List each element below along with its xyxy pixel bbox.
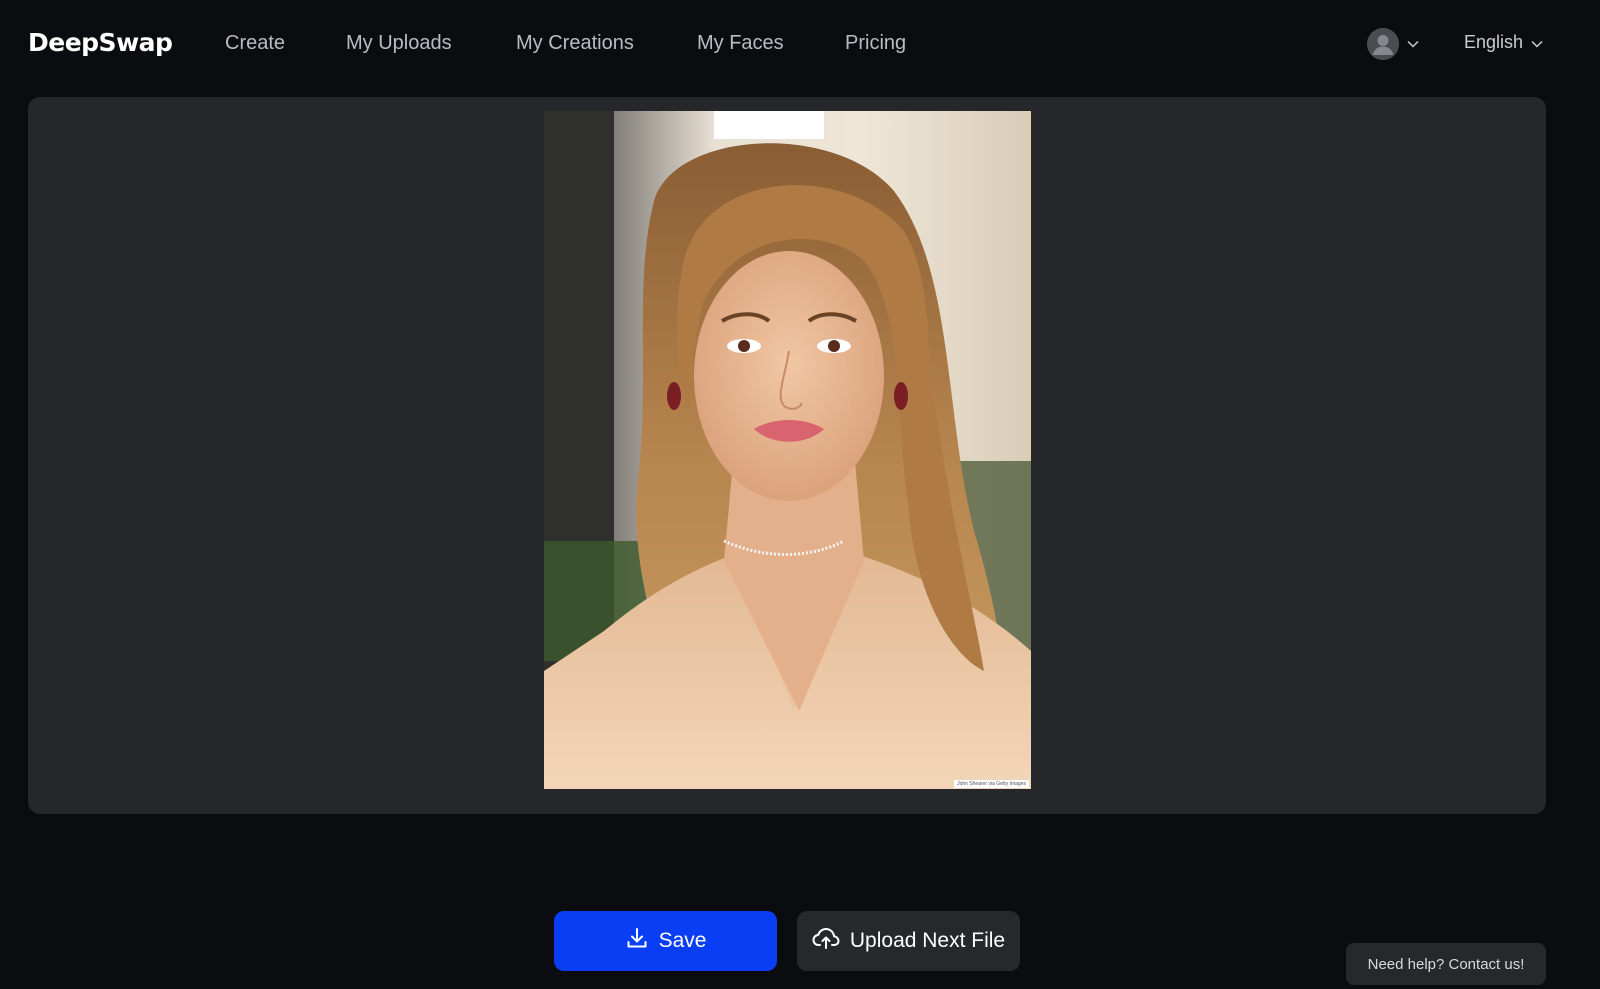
top-navigation-bar: DeepSwap Create My Uploads My Creations …: [0, 0, 1600, 90]
download-icon: [625, 926, 649, 956]
brand-logo[interactable]: DeepSwap: [28, 28, 173, 57]
nav-item-my-creations[interactable]: My Creations: [516, 32, 697, 55]
nav-item-my-faces[interactable]: My Faces: [697, 32, 845, 55]
nav-item-pricing[interactable]: Pricing: [845, 32, 935, 55]
user-avatar-icon: [1367, 28, 1399, 60]
contact-support-button[interactable]: Need help? Contact us!: [1346, 943, 1546, 985]
save-button-label: Save: [658, 929, 707, 952]
save-button[interactable]: Save: [554, 911, 777, 971]
language-selector[interactable]: English: [1464, 32, 1543, 53]
nav-item-create[interactable]: Create: [225, 32, 346, 55]
result-image: John Shearer via Getty Images: [544, 111, 1031, 789]
language-label: English: [1464, 32, 1524, 52]
image-credit: John Shearer via Getty Images: [954, 780, 1029, 788]
upload-next-file-label: Upload Next File: [849, 929, 1006, 952]
nav-item-my-uploads[interactable]: My Uploads: [346, 32, 516, 55]
account-menu[interactable]: [1367, 28, 1419, 60]
chevron-down-icon: [1531, 32, 1543, 53]
main-nav: Create My Uploads My Creations My Faces …: [225, 32, 935, 55]
cloud-upload-icon: [812, 926, 840, 956]
upload-next-file-button[interactable]: Upload Next File: [797, 911, 1020, 971]
chevron-down-icon: [1407, 35, 1419, 53]
